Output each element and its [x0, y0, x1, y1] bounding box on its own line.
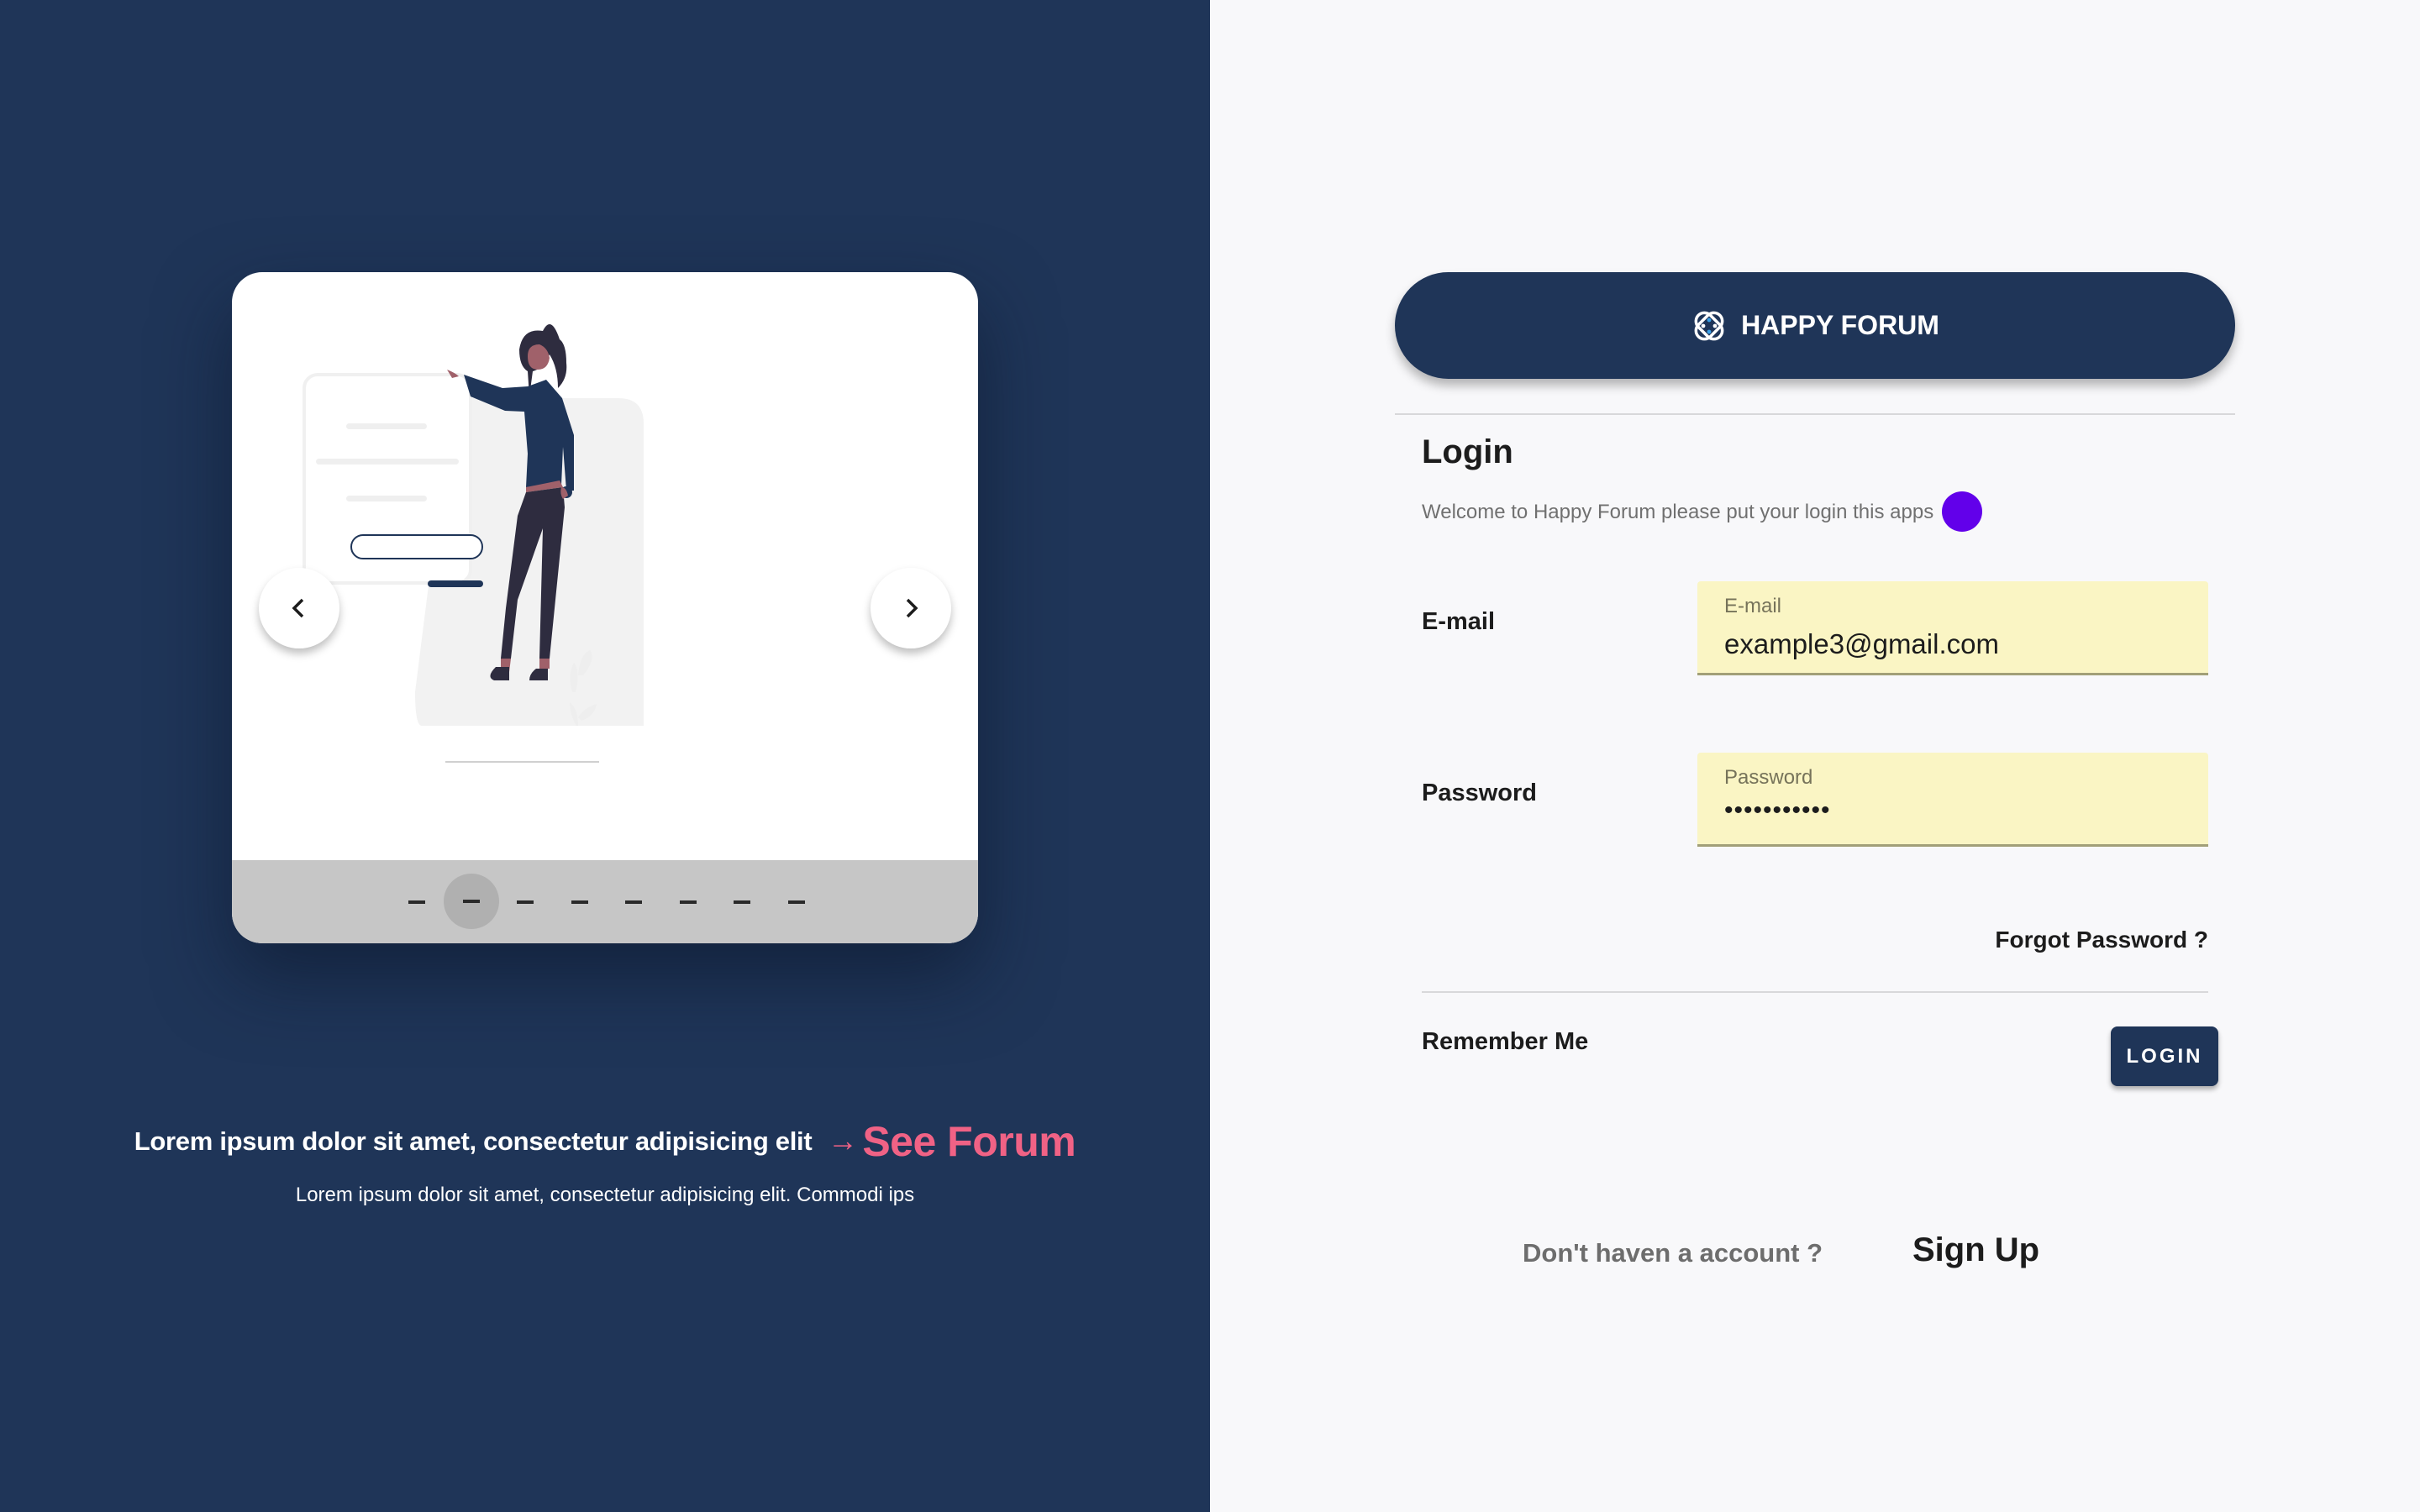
email-input[interactable]	[1724, 628, 2195, 660]
touch-indicator	[1942, 491, 1982, 532]
signup-link[interactable]: Sign Up	[1912, 1231, 2039, 1269]
header-divider	[1395, 413, 2235, 415]
remember-me-toggle[interactable]: Remember Me	[1422, 1028, 1588, 1056]
login-title: Login	[1422, 433, 1513, 470]
forgot-password-link[interactable]: Forgot Password ?	[1995, 927, 2208, 953]
carousel-indicator[interactable]	[563, 885, 597, 918]
login-panel: HAPPY FORUM Login Welcome to Happy Forum…	[1210, 0, 2420, 1512]
form-divider	[1422, 991, 2208, 993]
password-label: Password	[1422, 780, 1537, 806]
login-illustration	[302, 324, 644, 763]
no-account-text: Don't haven a account ?	[1523, 1238, 1823, 1268]
see-forum-link[interactable]: → See Forum	[828, 1118, 1076, 1165]
carousel-indicator[interactable]	[443, 874, 499, 929]
brand-name: HAPPY FORUM	[1741, 310, 1939, 340]
welcome-text: Welcome to Happy Forum please put your l…	[1422, 501, 1934, 523]
tagline: Lorem ipsum dolor sit amet, consectetur …	[134, 1126, 813, 1156]
password-field[interactable]: Password •••••••••••	[1697, 753, 2208, 847]
carousel-indicator[interactable]	[508, 885, 542, 918]
carousel	[232, 272, 978, 943]
arrow-right-icon: →	[827, 1123, 858, 1158]
carousel-indicator[interactable]	[780, 885, 813, 918]
happy-forum-logo-icon	[1694, 311, 1724, 340]
email-field[interactable]: E-mail	[1697, 581, 2208, 675]
showcase-panel: Lorem ipsum dolor sit amet, consectetur …	[0, 0, 1210, 1512]
login-button[interactable]: LOGIN	[2111, 1026, 2218, 1086]
carousel-prev-button[interactable]	[259, 568, 339, 648]
carousel-indicator[interactable]	[400, 885, 434, 918]
carousel-indicator[interactable]	[671, 885, 705, 918]
password-input[interactable]: •••••••••••	[1724, 796, 2195, 825]
carousel-indicator-bar	[232, 860, 978, 943]
carousel-indicator[interactable]	[725, 885, 759, 918]
see-forum-label: See Forum	[862, 1118, 1076, 1165]
carousel-indicators	[232, 860, 978, 943]
carousel-indicator[interactable]	[617, 885, 650, 918]
illustration-input	[350, 534, 483, 559]
tagline-row: Lorem ipsum dolor sit amet, consectetur …	[0, 1117, 1210, 1166]
illustration-button	[428, 580, 483, 587]
password-floating-label: Password	[1724, 766, 1813, 789]
email-floating-label: E-mail	[1724, 595, 1782, 617]
chevron-left-icon	[292, 598, 304, 618]
carousel-next-button[interactable]	[871, 568, 951, 648]
tagline-subtitle: Lorem ipsum dolor sit amet, consectetur …	[295, 1184, 915, 1206]
email-label: E-mail	[1422, 608, 1496, 635]
brand-header[interactable]: HAPPY FORUM	[1395, 272, 2235, 379]
chevron-right-icon	[906, 598, 918, 618]
